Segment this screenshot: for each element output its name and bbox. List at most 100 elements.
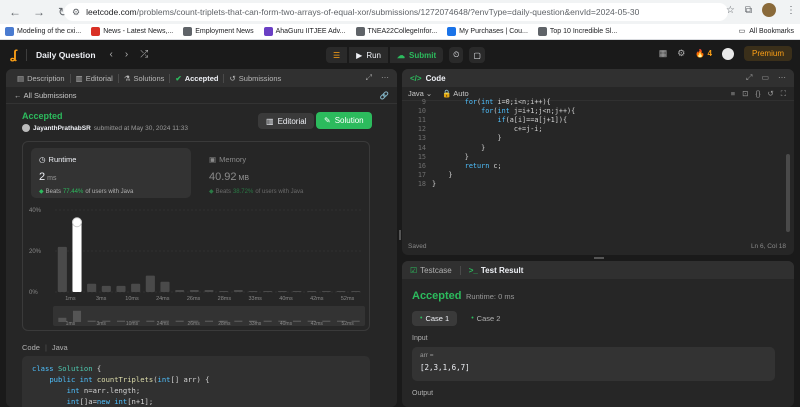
editor-code-line: } <box>432 143 486 152</box>
mini-tick-label: 42ms <box>311 321 324 327</box>
bookmark-star-icon[interactable]: ☆ <box>726 5 735 16</box>
bookmark-item[interactable]: My Purchases | Cou... <box>442 27 533 36</box>
expand-icon[interactable]: ⤢ <box>366 73 372 83</box>
back-icon[interactable]: ← <box>6 3 24 21</box>
bookmark-item[interactable]: TNEA22CollegeInfor... <box>351 27 443 36</box>
bookmark-icon[interactable]: ⊡ <box>742 89 748 99</box>
extensions-icon[interactable]: ⧉ <box>745 5 752 16</box>
distribution-bar[interactable] <box>233 289 243 292</box>
more-options-icon[interactable]: ⋯ <box>381 73 389 83</box>
runtime-label: ◷ Runtime <box>39 155 76 164</box>
your-result-marker[interactable] <box>72 217 82 228</box>
all-bookmarks[interactable]: ▭ All Bookmarks <box>738 27 794 36</box>
distribution-bar[interactable] <box>277 290 287 292</box>
folder-icon: ▭ <box>738 28 746 35</box>
distribution-bar[interactable] <box>307 290 317 292</box>
address-bar[interactable]: ⚙ leetcode.com/problems/count-triplets-t… <box>64 3 728 21</box>
mini-tick-label: 26ms <box>187 321 200 327</box>
runtime-distribution-chart[interactable]: 40% 20% 0% 1ms 3ms 10ms 24ms 26ms 28ms 33ms 40ms 42… <box>23 202 371 330</box>
forward-icon[interactable]: → <box>30 3 48 21</box>
language-select[interactable]: Java ⌄ <box>408 89 432 98</box>
distribution-bar[interactable] <box>160 281 170 292</box>
distribution-bar[interactable] <box>204 289 214 292</box>
tab-solutions[interactable]: ⚗ Solutions <box>119 74 170 83</box>
collapse-icon[interactable]: ▭ <box>761 73 769 83</box>
share-link-icon[interactable]: 🔗 <box>380 91 389 100</box>
solution-button[interactable]: ✎ Solution <box>316 112 372 129</box>
distribution-bar[interactable] <box>219 290 229 292</box>
vertical-resize-handle[interactable] <box>399 230 401 240</box>
format-icon[interactable]: ≡ <box>731 89 735 99</box>
distribution-bar[interactable] <box>175 289 185 292</box>
tab-description[interactable]: ▤ Description <box>12 74 70 83</box>
distribution-bar[interactable] <box>87 283 97 292</box>
debug-icon[interactable]: ☰ <box>326 47 348 63</box>
user-avatar[interactable] <box>721 47 734 60</box>
distribution-bar[interactable] <box>321 290 331 292</box>
menu-icon[interactable]: ⋮ <box>786 5 796 16</box>
all-submissions-link[interactable]: All Submissions <box>24 91 77 100</box>
leetcode-logo-icon[interactable]: ʆ <box>10 47 17 62</box>
notes-icon[interactable]: ▢ <box>469 47 485 63</box>
braces-icon[interactable]: {} <box>755 89 760 99</box>
book-icon: ▥ <box>266 116 274 126</box>
case-2-tab[interactable]: • Case 2 <box>463 311 508 326</box>
fullscreen-icon[interactable]: ⛶ <box>781 89 786 99</box>
distribution-bar[interactable] <box>116 285 126 292</box>
expand-icon[interactable]: ⤢ <box>746 73 752 83</box>
more-options-icon[interactable]: ⋯ <box>778 73 786 83</box>
submitter-avatar[interactable] <box>22 124 30 132</box>
editor-scrollbar[interactable] <box>786 154 790 232</box>
x-tick-label: 28ms <box>218 296 232 302</box>
editorial-button[interactable]: ▥ Editorial <box>258 113 315 129</box>
next-question-icon[interactable]: › <box>125 49 128 60</box>
distribution-bar[interactable] <box>336 290 346 292</box>
distribution-bar[interactable] <box>351 290 361 292</box>
prev-question-icon[interactable]: ‹ <box>110 49 113 60</box>
layout-icon[interactable]: ▦ <box>659 48 668 59</box>
output-label: Output <box>412 390 434 397</box>
case-1-tab[interactable]: • Case 1 <box>412 311 458 326</box>
distribution-bar[interactable] <box>131 283 141 292</box>
code-editor[interactable]: 9 for(int i=0;i<n;i++){10 for(int j=i+1;… <box>402 98 794 236</box>
distribution-bar[interactable] <box>145 275 155 292</box>
tab-testcase[interactable]: ☑ Testcase <box>410 266 452 275</box>
distribution-bar[interactable] <box>72 220 82 292</box>
settings-icon[interactable]: ⚙ <box>677 48 685 59</box>
submit-button[interactable]: ☁ Submit <box>390 47 444 63</box>
back-arrow-icon[interactable]: ← <box>14 91 22 100</box>
reset-icon[interactable]: ↺ <box>767 89 773 99</box>
tab-test-result[interactable]: >_ Test Result <box>469 266 524 275</box>
pencil-icon: ✎ <box>324 116 331 125</box>
memory-stat[interactable]: ▣ Memory 40.92 MB ◆ Beats 38.72% of users wit… <box>201 148 361 198</box>
distribution-bar[interactable] <box>101 285 111 292</box>
daily-question-link[interactable]: Daily Question <box>36 50 96 60</box>
distribution-bar[interactable] <box>57 246 67 292</box>
tab-code[interactable]: </> Code <box>410 74 446 83</box>
site-info-icon[interactable]: ⚙ <box>72 7 80 18</box>
tab-submissions[interactable]: ↺ Submissions <box>224 74 286 83</box>
distribution-bar[interactable] <box>292 290 302 292</box>
streak-counter[interactable]: 🔥 4 <box>695 49 712 58</box>
tab-editorial[interactable]: ▥ Editorial <box>71 74 118 83</box>
shuffle-icon[interactable]: ⤮ <box>140 49 148 60</box>
bookmark-item[interactable]: AhaGuru IITJEE Adv... <box>259 27 351 36</box>
mini-bar <box>263 320 272 322</box>
timer-icon[interactable]: ⏲ <box>449 47 464 63</box>
tab-test-result-label: Test Result <box>480 265 524 275</box>
tab-accepted[interactable]: ✔ Accepted <box>170 74 223 83</box>
bookmark-item[interactable]: Top 10 Incredible Sl... <box>533 27 622 36</box>
submitter-name[interactable]: JayanthPrathabSR <box>33 125 91 132</box>
horizontal-resize-handle[interactable] <box>594 257 604 259</box>
bookmark-item[interactable]: Modeling of the cxi... <box>0 27 86 36</box>
distribution-bar[interactable] <box>189 289 199 292</box>
runtime-stat[interactable]: ◷ Runtime 2 ms ◆ Beats 77.44% of users with J… <box>31 148 191 198</box>
distribution-bar[interactable] <box>248 290 258 292</box>
autocomplete-mode[interactable]: 🔒 Auto <box>442 89 468 98</box>
bookmark-item[interactable]: News - Latest News,... <box>86 27 178 36</box>
distribution-bar[interactable] <box>263 290 273 292</box>
premium-button[interactable]: Premium <box>743 46 792 61</box>
profile-avatar[interactable] <box>762 3 776 17</box>
run-button[interactable]: ▶ Run <box>349 47 389 63</box>
bookmark-item[interactable]: Employment News <box>178 27 258 36</box>
